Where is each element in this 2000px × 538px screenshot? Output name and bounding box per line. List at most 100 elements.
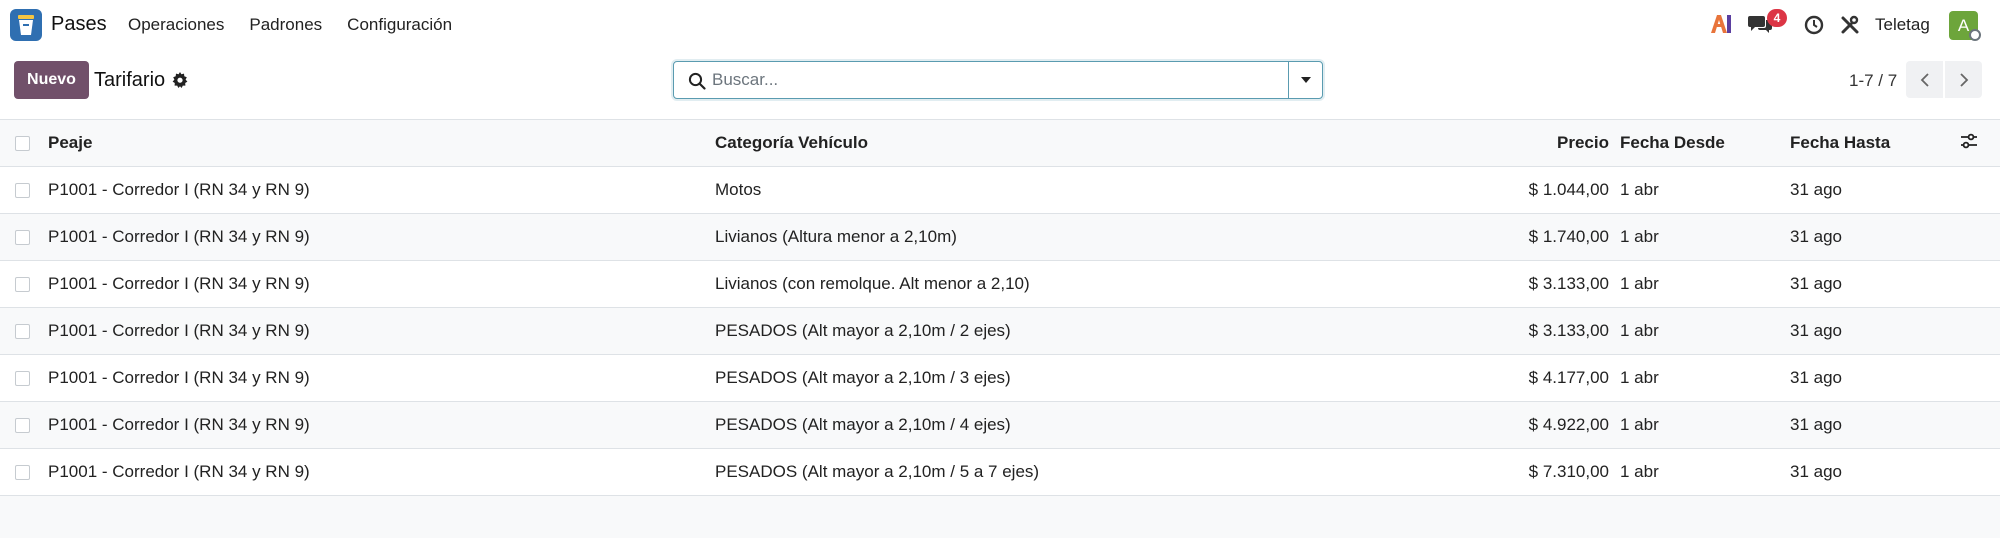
cell-fecha-hasta: 31 ago xyxy=(1790,321,1842,340)
app-name[interactable]: Pases xyxy=(51,13,107,36)
menu-item-operaciones[interactable]: Operaciones xyxy=(128,15,224,35)
cell-peaje: P1001 - Corredor I (RN 34 y RN 9) xyxy=(48,274,310,293)
cell-precio: $ 3.133,00 xyxy=(1528,321,1609,340)
row-checkbox[interactable] xyxy=(15,324,30,340)
cell-categoria: PESADOS (Alt mayor a 2,10m / 2 ejes) xyxy=(715,321,1011,340)
cell-empty xyxy=(1960,449,2000,496)
cell-categoria: PESADOS (Alt mayor a 2,10m / 5 a 7 ejes) xyxy=(715,462,1040,481)
cell-peaje: P1001 - Corredor I (RN 34 y RN 9) xyxy=(48,415,310,434)
clock-icon[interactable] xyxy=(1804,15,1824,40)
cell-fecha-desde: 1 abr xyxy=(1620,415,1659,434)
row-checkbox[interactable] xyxy=(15,371,30,387)
cell-precio: $ 1.044,00 xyxy=(1528,180,1609,199)
chat-badge: 4 xyxy=(1767,9,1787,27)
company-name[interactable]: Teletag xyxy=(1875,15,1930,35)
cell-fecha-hasta: 31 ago xyxy=(1790,462,1842,481)
ai-icon[interactable] xyxy=(1709,12,1733,41)
table-row[interactable]: P1001 - Corredor I (RN 34 y RN 9) PESADO… xyxy=(0,448,2000,496)
cell-peaje: P1001 - Corredor I (RN 34 y RN 9) xyxy=(48,227,310,246)
cell-empty xyxy=(1960,214,2000,261)
app-logo-icon[interactable] xyxy=(10,9,42,41)
optional-columns-cell xyxy=(1960,120,2000,167)
row-select-cell xyxy=(0,402,48,449)
cell-categoria: PESADOS (Alt mayor a 2,10m / 4 ejes) xyxy=(715,415,1011,434)
cell-precio: $ 4.177,00 xyxy=(1528,368,1609,387)
cell-categoria: Motos xyxy=(715,180,762,199)
cell-fecha-desde: 1 abr xyxy=(1620,180,1659,199)
tools-icon[interactable] xyxy=(1840,15,1860,40)
table-row[interactable]: P1001 - Corredor I (RN 34 y RN 9) Livian… xyxy=(0,260,2000,308)
tarifario-table: Peaje Categoría Vehículo Precio Fecha De… xyxy=(0,119,2000,496)
cell-categoria: Livianos (Altura menor a 2,10m) xyxy=(715,227,957,246)
table-row[interactable]: P1001 - Corredor I (RN 34 y RN 9) PESADO… xyxy=(0,307,2000,355)
new-button[interactable]: Nuevo xyxy=(14,61,89,99)
cell-categoria: PESADOS (Alt mayor a 2,10m / 3 ejes) xyxy=(715,368,1011,387)
row-select-cell xyxy=(0,308,48,355)
cell-fecha-desde: 1 abr xyxy=(1620,462,1659,481)
cell-precio: $ 1.740,00 xyxy=(1528,227,1609,246)
cell-fecha-hasta: 31 ago xyxy=(1790,415,1842,434)
row-checkbox[interactable] xyxy=(15,183,30,199)
gear-icon[interactable] xyxy=(172,72,188,93)
chevron-right-icon xyxy=(1959,72,1968,87)
chevron-left-icon xyxy=(1920,72,1929,87)
optional-columns-icon[interactable] xyxy=(1960,133,1978,154)
menu-item-configuracion[interactable]: Configuración xyxy=(347,15,452,35)
table-row[interactable]: P1001 - Corredor I (RN 34 y RN 9) Livian… xyxy=(0,213,2000,261)
column-header-categoria[interactable]: Categoría Vehículo xyxy=(715,120,1183,167)
select-all-cell xyxy=(0,120,48,167)
top-navbar: Pases Operaciones Padrones Configuración… xyxy=(0,0,2000,50)
row-checkbox[interactable] xyxy=(15,418,30,434)
cell-empty xyxy=(1960,261,2000,308)
cell-precio: $ 3.133,00 xyxy=(1528,274,1609,293)
table-row[interactable]: P1001 - Corredor I (RN 34 y RN 9) PESADO… xyxy=(0,354,2000,402)
row-checkbox[interactable] xyxy=(15,465,30,481)
pager-next-button[interactable] xyxy=(1945,61,1982,98)
avatar-status-indicator xyxy=(1969,29,1981,41)
pager-previous-button[interactable] xyxy=(1906,61,1943,98)
menu-item-padrones[interactable]: Padrones xyxy=(249,15,322,35)
column-header-fecha-desde[interactable]: Fecha Desde xyxy=(1620,120,1790,167)
caret-down-icon xyxy=(1300,77,1311,83)
cell-fecha-hasta: 31 ago xyxy=(1790,227,1842,246)
select-all-checkbox[interactable] xyxy=(15,136,30,152)
table-row[interactable]: P1001 - Corredor I (RN 34 y RN 9) PESADO… xyxy=(0,401,2000,449)
table-header-row: Peaje Categoría Vehículo Precio Fecha De… xyxy=(0,119,2000,167)
cell-fecha-desde: 1 abr xyxy=(1620,227,1659,246)
search-icon xyxy=(688,72,706,95)
row-select-cell xyxy=(0,214,48,261)
row-select-cell xyxy=(0,261,48,308)
cell-empty xyxy=(1960,308,2000,355)
list-view: Peaje Categoría Vehículo Precio Fecha De… xyxy=(0,119,2000,538)
cell-precio: $ 7.310,00 xyxy=(1528,462,1609,481)
cell-peaje: P1001 - Corredor I (RN 34 y RN 9) xyxy=(48,368,310,387)
cell-peaje: P1001 - Corredor I (RN 34 y RN 9) xyxy=(48,321,310,340)
row-select-cell xyxy=(0,449,48,496)
search-options-toggle[interactable] xyxy=(1288,62,1322,98)
cell-peaje: P1001 - Corredor I (RN 34 y RN 9) xyxy=(48,180,310,199)
cell-fecha-hasta: 31 ago xyxy=(1790,180,1842,199)
table-row[interactable]: P1001 - Corredor I (RN 34 y RN 9) Motos … xyxy=(0,166,2000,214)
row-select-cell xyxy=(0,167,48,214)
pager-value[interactable]: 1-7 / 7 xyxy=(1849,71,1897,91)
column-header-peaje[interactable]: Peaje xyxy=(48,120,715,167)
column-header-fecha-hasta[interactable]: Fecha Hasta xyxy=(1790,120,1960,167)
cell-fecha-hasta: 31 ago xyxy=(1790,368,1842,387)
main-menu: Operaciones Padrones Configuración xyxy=(128,15,477,35)
row-select-cell xyxy=(0,355,48,402)
row-checkbox[interactable] xyxy=(15,230,30,246)
cell-precio: $ 4.922,00 xyxy=(1528,415,1609,434)
cell-empty xyxy=(1960,167,2000,214)
cell-categoria: Livianos (con remolque. Alt menor a 2,10… xyxy=(715,274,1030,293)
row-checkbox[interactable] xyxy=(15,277,30,293)
column-header-precio[interactable]: Precio xyxy=(1183,120,1620,167)
cell-empty xyxy=(1960,402,2000,449)
cell-peaje: P1001 - Corredor I (RN 34 y RN 9) xyxy=(48,462,310,481)
cell-fecha-desde: 1 abr xyxy=(1620,274,1659,293)
search-box xyxy=(673,61,1323,99)
cell-fecha-hasta: 31 ago xyxy=(1790,274,1842,293)
cell-fecha-desde: 1 abr xyxy=(1620,368,1659,387)
cell-fecha-desde: 1 abr xyxy=(1620,321,1659,340)
search-input[interactable] xyxy=(712,64,1272,96)
cell-empty xyxy=(1960,355,2000,402)
